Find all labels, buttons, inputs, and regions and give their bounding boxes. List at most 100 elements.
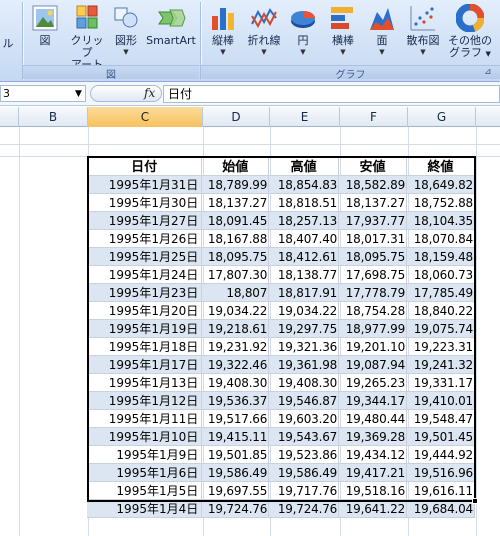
cell-open[interactable]: 18,095.75 <box>201 247 270 266</box>
cell-close[interactable]: 18,159.48 <box>406 247 475 266</box>
cell-close[interactable]: 17,785.49 <box>406 283 475 302</box>
cell-date[interactable]: 1995年1月23日 <box>87 283 203 302</box>
cell-low[interactable]: 19,344.17 <box>338 391 408 410</box>
cell-high[interactable]: 19,297.75 <box>268 319 340 338</box>
column-chart-button[interactable]: 縦棒 ▼ <box>206 4 240 56</box>
header-open[interactable]: 始値 <box>201 156 270 176</box>
other-charts-button[interactable]: その他の グラフ ▼ <box>444 4 496 60</box>
cell-open[interactable]: 19,231.92 <box>201 337 270 356</box>
cell-low[interactable]: 17,698.75 <box>338 265 408 284</box>
cell-close[interactable]: 19,548.47 <box>406 409 475 428</box>
cell-close[interactable]: 19,223.31 <box>406 337 475 356</box>
cell-high[interactable]: 19,034.22 <box>268 301 340 320</box>
cell-low[interactable]: 19,417.21 <box>338 463 408 482</box>
cell-high[interactable]: 19,603.20 <box>268 409 340 428</box>
cell-high[interactable]: 19,408.30 <box>268 373 340 392</box>
pie-chart-button[interactable]: 円 ▼ <box>286 4 320 56</box>
scatter-chart-button[interactable]: 散布図 ▼ <box>402 4 444 56</box>
header-low[interactable]: 安値 <box>338 156 408 176</box>
cell-close[interactable]: 19,684.04 <box>406 499 475 518</box>
cell-low[interactable]: 18,977.99 <box>338 319 408 338</box>
cell-date[interactable]: 1995年1月31日 <box>87 175 203 194</box>
cell-low[interactable]: 18,017.31 <box>338 229 408 248</box>
fill-handle[interactable] <box>472 498 478 504</box>
name-box[interactable]: 3 <box>0 85 86 102</box>
cell-high[interactable]: 19,724.76 <box>268 499 340 518</box>
cell-low[interactable]: 17,937.77 <box>338 211 408 230</box>
cell-low[interactable]: 19,641.22 <box>338 499 408 518</box>
stock-price-table[interactable]: 日付 始値 高値 安値 終値 1995年1月31日 18,789.99 18,854… <box>87 156 475 518</box>
header-close[interactable]: 終値 <box>406 156 475 176</box>
cell-low[interactable]: 19,087.94 <box>338 355 408 374</box>
cell-close[interactable]: 18,060.73 <box>406 265 475 284</box>
cell-open[interactable]: 17,807.30 <box>201 265 270 284</box>
cell-open[interactable]: 19,724.76 <box>201 499 270 518</box>
cell-high[interactable]: 18,257.13 <box>268 211 340 230</box>
cell-date[interactable]: 1995年1月6日 <box>87 463 203 482</box>
cell-open[interactable]: 19,322.46 <box>201 355 270 374</box>
column-header-e[interactable]: E <box>270 107 340 127</box>
cell-high[interactable]: 19,361.98 <box>268 355 340 374</box>
header-date[interactable]: 日付 <box>87 156 203 176</box>
cell-close[interactable]: 18,070.84 <box>406 229 475 248</box>
column-header-d[interactable]: D <box>203 107 270 127</box>
dialog-launcher-icon[interactable]: ⊿ <box>484 67 492 77</box>
cell-open[interactable]: 19,034.22 <box>201 301 270 320</box>
column-header-partial[interactable] <box>0 107 19 127</box>
cell-high[interactable]: 18,818.51 <box>268 193 340 212</box>
cell-date[interactable]: 1995年1月9日 <box>87 445 203 464</box>
cell-open[interactable]: 19,536.37 <box>201 391 270 410</box>
partial-ribbon-button[interactable]: ル <box>0 38 16 50</box>
cell-low[interactable]: 19,434.12 <box>338 445 408 464</box>
cell-low[interactable]: 18,095.75 <box>338 247 408 266</box>
cell-close[interactable]: 19,241.32 <box>406 355 475 374</box>
cell-open[interactable]: 19,408.30 <box>201 373 270 392</box>
cell-date[interactable]: 1995年1月30日 <box>87 193 203 212</box>
picture-button[interactable]: 図 <box>28 4 62 47</box>
cell-date[interactable]: 1995年1月26日 <box>87 229 203 248</box>
cell-date[interactable]: 1995年1月10日 <box>87 427 203 446</box>
cell-date[interactable]: 1995年1月25日 <box>87 247 203 266</box>
cell-open[interactable]: 19,517.66 <box>201 409 270 428</box>
clipart-button[interactable]: クリップ アート <box>66 4 108 71</box>
cell-low[interactable]: 18,754.28 <box>338 301 408 320</box>
cell-high[interactable]: 19,543.67 <box>268 427 340 446</box>
cell-date[interactable]: 1995年1月11日 <box>87 409 203 428</box>
bar-chart-button[interactable]: 横棒 ▼ <box>324 4 362 56</box>
cell-high[interactable]: 19,717.76 <box>268 481 340 500</box>
cell-high[interactable]: 19,523.86 <box>268 445 340 464</box>
cell-date[interactable]: 1995年1月19日 <box>87 319 203 338</box>
cell-open[interactable]: 18,137.27 <box>201 193 270 212</box>
cell-open[interactable]: 18,167.88 <box>201 229 270 248</box>
cell-low[interactable]: 19,201.10 <box>338 337 408 356</box>
cell-close[interactable]: 19,075.74 <box>406 319 475 338</box>
cell-date[interactable]: 1995年1月5日 <box>87 481 203 500</box>
cell-open[interactable]: 19,415.11 <box>201 427 270 446</box>
cell-low[interactable]: 17,778.79 <box>338 283 408 302</box>
cell-high[interactable]: 18,412.61 <box>268 247 340 266</box>
cell-high[interactable]: 18,854.83 <box>268 175 340 194</box>
column-header-c[interactable]: C <box>88 107 203 127</box>
cell-close[interactable]: 18,104.35 <box>406 211 475 230</box>
cell-low[interactable]: 18,582.89 <box>338 175 408 194</box>
cell-high[interactable]: 19,586.49 <box>268 463 340 482</box>
cell-close[interactable]: 18,752.88 <box>406 193 475 212</box>
cell-date[interactable]: 1995年1月18日 <box>87 337 203 356</box>
cell-close[interactable]: 19,501.45 <box>406 427 475 446</box>
cell-close[interactable]: 18,649.82 <box>406 175 475 194</box>
cell-high[interactable]: 18,138.77 <box>268 265 340 284</box>
cell-close[interactable]: 18,840.22 <box>406 301 475 320</box>
cell-high[interactable]: 18,407.40 <box>268 229 340 248</box>
cell-open[interactable]: 19,218.61 <box>201 319 270 338</box>
cell-date[interactable]: 1995年1月4日 <box>87 499 203 518</box>
cell-date[interactable]: 1995年1月13日 <box>87 373 203 392</box>
chevron-down-icon[interactable]: ▼ <box>75 89 82 99</box>
cell-open[interactable]: 18,789.99 <box>201 175 270 194</box>
insert-function-button[interactable]: fx <box>144 86 155 100</box>
cell-close[interactable]: 19,410.01 <box>406 391 475 410</box>
shapes-button[interactable]: 図形 ▼ <box>108 4 144 56</box>
cell-open[interactable]: 19,501.85 <box>201 445 270 464</box>
cell-date[interactable]: 1995年1月27日 <box>87 211 203 230</box>
cell-close[interactable]: 19,616.11 <box>406 481 475 500</box>
cell-low[interactable]: 18,137.27 <box>338 193 408 212</box>
